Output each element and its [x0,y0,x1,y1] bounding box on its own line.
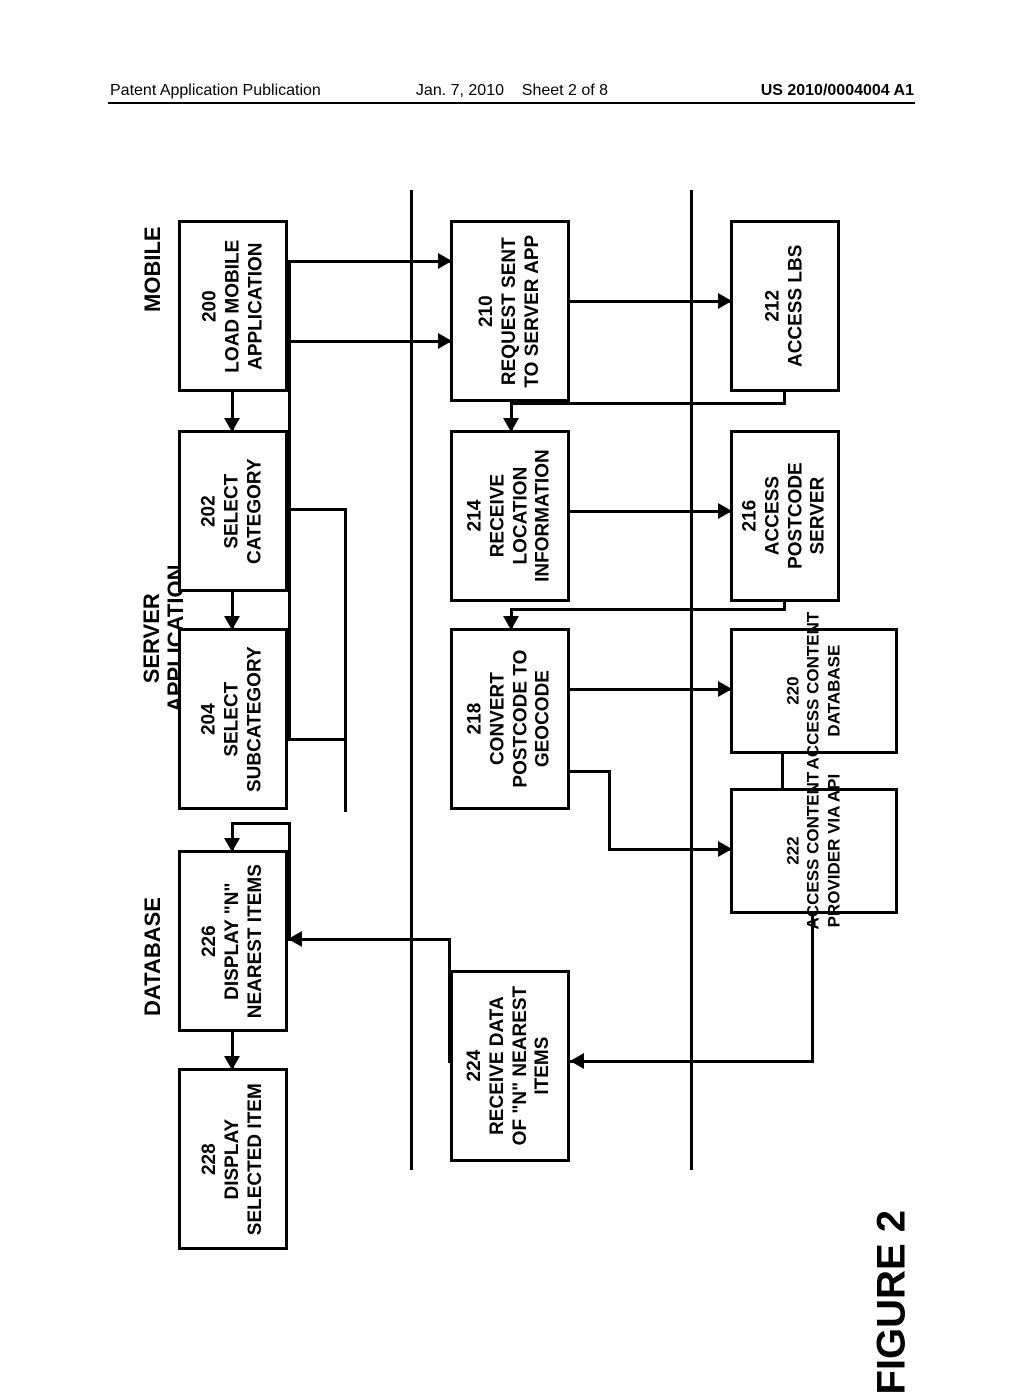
connector [510,402,786,405]
lane-header-mobile: MOBILE [140,226,166,312]
box-224-receive-data: 224 RECEIVE DATA OF "N" NEAREST ITEMS [450,970,570,1162]
connector [570,1060,814,1063]
header-right: US 2010/0004004 A1 [761,82,914,100]
lane-header-database: DATABASE [140,897,166,1016]
arrowhead-icon [224,838,240,852]
connector [448,938,451,1062]
box-label: 216 ACCESS POSTCODE SERVER [739,463,830,570]
connector [570,770,611,773]
connector [570,688,730,691]
box-204-select-subcategory: 204 SELECT SUBCATEGORY [178,628,288,810]
box-label: 204 SELECT SUBCATEGORY [199,646,267,792]
connector [570,300,730,303]
arrowhead-icon [570,1053,584,1069]
connector [344,738,347,812]
header-rule [108,102,915,104]
box-label: 202 SELECT CATEGORY [199,458,267,564]
arrowhead-icon [718,841,732,857]
arrowhead-icon [224,616,240,630]
box-214-receive-location: 214 RECEIVE LOCATION INFORMATION [450,430,570,602]
box-label: 218 CONVERT POSTCODE TO GEOCODE [464,650,555,788]
flowchart-diagram: MOBILE SERVER APPLICATION DATABASE 200 L… [110,190,920,1210]
connector [288,938,450,941]
figure-label: FIGURE 2 [869,1210,914,1394]
box-220-access-content-db: 220 ACCESS CONTENT DATABASE [730,628,898,754]
connector [288,508,346,511]
connector [783,392,786,405]
box-200-load-mobile-app: 200 LOAD MOBILE APPLICATION [178,220,288,392]
box-216-access-postcode: 216 ACCESS POSTCODE SERVER [730,430,840,602]
box-label: 220 ACCESS CONTENT DATABASE [783,612,844,770]
arrowhead-icon [224,418,240,432]
connector [781,754,784,788]
box-label: 210 REQUEST SENT TO SERVER APP [476,235,544,388]
header-left: Patent Application Publication [110,82,321,100]
arrowhead-icon [503,418,519,432]
connector [288,738,346,741]
connector [344,508,347,738]
box-212-access-lbs: 212 ACCESS LBS [730,220,840,392]
arrowhead-icon [438,253,452,269]
box-label: 200 LOAD MOBILE APPLICATION [199,239,267,372]
arrowhead-icon [718,503,732,519]
page: Patent Application Publication Jan. 7, 2… [0,0,1024,1320]
arrowhead-icon [224,1056,240,1070]
arrowhead-icon [718,293,732,309]
box-228-display-selected: 228 DISPLAY SELECTED ITEM [178,1068,288,1250]
connector [608,770,611,850]
box-label: 228 DISPLAY SELECTED ITEM [199,1083,267,1235]
box-label: 224 RECEIVE DATA OF "N" NEAREST ITEMS [464,986,555,1145]
box-label: 222 ACCESS CONTENT PROVIDER VIA API [783,772,844,930]
connector [288,260,450,263]
connector [608,848,730,851]
connector [288,822,291,941]
header-mid: Jan. 7, 2010 Sheet 2 of 8 [416,82,608,100]
connector [510,608,786,611]
connector [231,822,291,825]
lane-separator-1 [410,190,413,1170]
connector [811,914,814,1063]
arrowhead-icon [718,681,732,697]
connector [783,602,786,611]
box-218-convert-postcode: 218 CONVERT POSTCODE TO GEOCODE [450,628,570,810]
page-header: Patent Application Publication Jan. 7, 2… [110,82,914,100]
box-210-request-sent: 210 REQUEST SENT TO SERVER APP [450,220,570,402]
connector [448,1060,452,1063]
header-date: Jan. 7, 2010 [416,82,504,99]
arrowhead-icon [503,616,519,630]
connector [288,340,450,343]
box-label: 226 DISPLAY "N" NEAREST ITEMS [199,864,267,1018]
header-sheet: Sheet 2 of 8 [522,82,608,99]
box-226-display-nearest: 226 DISPLAY "N" NEAREST ITEMS [178,850,288,1032]
box-label: 212 ACCESS LBS [762,245,808,367]
box-222-access-content-api: 222 ACCESS CONTENT PROVIDER VIA API [730,788,898,914]
arrowhead-icon [438,333,452,349]
connector [288,260,291,740]
box-label: 214 RECEIVE LOCATION INFORMATION [464,450,555,583]
box-202-select-category: 202 SELECT CATEGORY [178,430,288,592]
connector [570,510,730,513]
lane-separator-2 [690,190,693,1170]
